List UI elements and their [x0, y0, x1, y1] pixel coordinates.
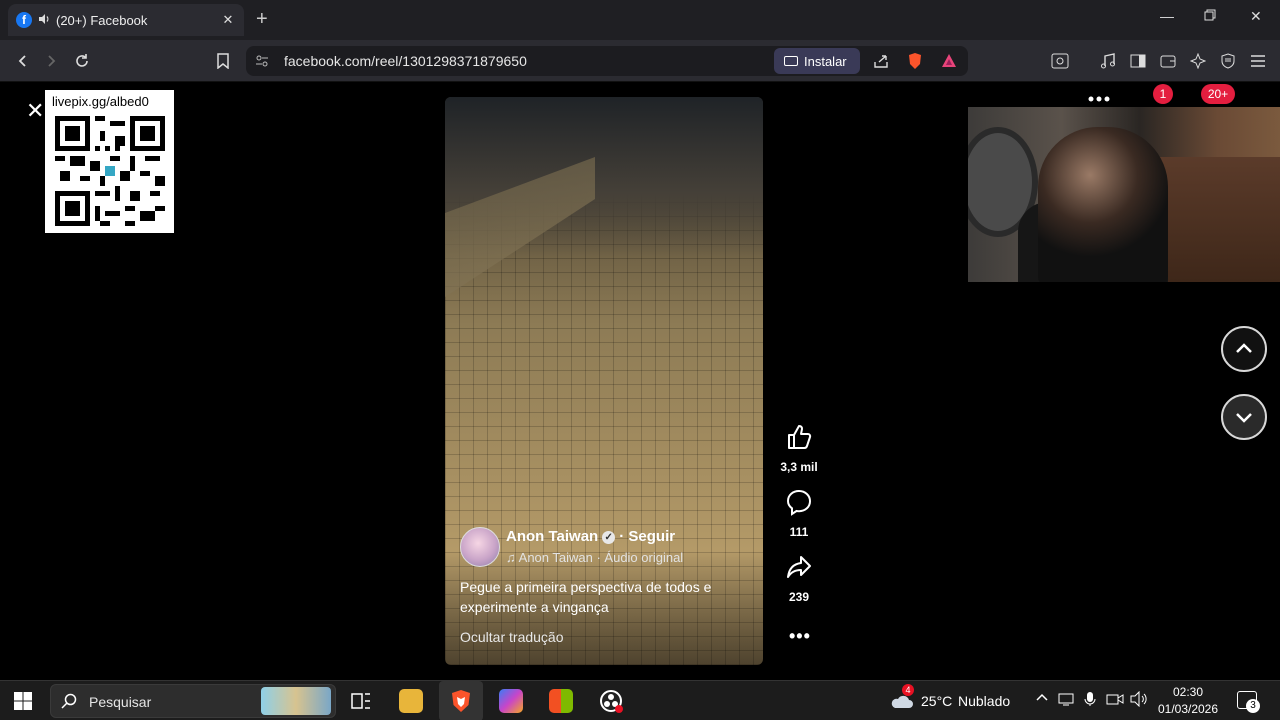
reload-icon[interactable]: [71, 50, 93, 72]
camera-tray-icon[interactable]: [1106, 692, 1124, 709]
system-clock[interactable]: 02:30 01/03/2026: [1150, 684, 1226, 718]
like-count: 3,3 mil: [780, 460, 818, 474]
music-note-icon: ♫: [506, 550, 516, 565]
audio-line[interactable]: ♫ Anon Taiwan · Áudio original: [506, 550, 683, 565]
install-label: Instalar: [804, 53, 847, 69]
weather-text[interactable]: Nublado: [958, 693, 1010, 709]
sidebar-icon[interactable]: [1127, 50, 1149, 72]
address-bar[interactable]: facebook.com/reel/1301298371879650 Insta…: [246, 46, 968, 76]
tab-facebook[interactable]: f (20+) Facebook ✕: [8, 4, 244, 36]
microsoft-store-icon[interactable]: [549, 689, 573, 713]
follow-button[interactable]: Seguir: [628, 528, 675, 545]
messages-badge[interactable]: 1: [1153, 84, 1173, 104]
audio-label: Anon Taiwan · Áudio original: [518, 550, 684, 565]
notifications-badge[interactable]: 20+: [1201, 84, 1235, 104]
like-icon[interactable]: [785, 423, 813, 451]
url-text[interactable]: facebook.com/reel/1301298371879650: [284, 53, 527, 69]
clock-time: 02:30: [1172, 685, 1204, 699]
reel-video[interactable]: Anon Taiwan ✓ · Seguir ♫ Anon Taiwan · Áud…: [445, 97, 763, 665]
minimize-icon[interactable]: —: [1160, 8, 1174, 24]
clock-date: 01/03/2026: [1157, 702, 1219, 716]
comment-icon[interactable]: [785, 488, 813, 516]
weather-badge: 4: [902, 684, 914, 696]
screenshot-search-icon[interactable]: [1049, 50, 1071, 72]
hide-translation-link[interactable]: Ocultar tradução: [460, 629, 564, 645]
chevron-up-icon: [1236, 343, 1252, 353]
author-name[interactable]: Anon Taiwan: [506, 528, 598, 545]
vpn-icon[interactable]: [1217, 50, 1239, 72]
microphone-icon[interactable]: [1084, 691, 1096, 710]
copilot-icon[interactable]: [499, 689, 523, 713]
network-display-icon[interactable]: [1058, 692, 1074, 709]
taskbar-search[interactable]: Pesquisar: [50, 684, 336, 718]
previous-reel-button[interactable]: [1221, 326, 1267, 372]
search-icon: [61, 693, 77, 713]
close-window-icon[interactable]: ✕: [1250, 8, 1262, 25]
tab-close-icon[interactable]: ✕: [220, 12, 236, 28]
browser-tabbar: f (20+) Facebook ✕ + — ✕: [0, 0, 1280, 40]
forward-icon[interactable]: [40, 50, 62, 72]
qr-code: [55, 116, 165, 226]
leo-ai-icon[interactable]: [1187, 50, 1209, 72]
next-reel-button[interactable]: [1221, 394, 1267, 440]
browser-toolbar: facebook.com/reel/1301298371879650 Insta…: [0, 40, 1280, 82]
like-action[interactable]: 3,3 mil: [775, 423, 823, 474]
media-icon[interactable]: [1097, 50, 1119, 72]
obs-icon[interactable]: [599, 689, 623, 713]
comment-action[interactable]: 111: [775, 488, 823, 539]
cam-person: [1038, 127, 1168, 282]
task-view-icon[interactable]: [349, 689, 373, 713]
search-highlight-image: [261, 687, 331, 715]
file-explorer-icon[interactable]: [399, 689, 423, 713]
share-icon[interactable]: [870, 50, 892, 72]
wallet-icon[interactable]: [1157, 50, 1179, 72]
notification-count: 3: [1246, 699, 1260, 713]
tab-title: (20+) Facebook: [56, 12, 148, 28]
monitor-icon: [784, 56, 798, 66]
more-options-icon[interactable]: •••: [789, 626, 811, 647]
reel-page: ✕ livepix.gg/albed0 Anon Taiwan ✓ · Segu…: [0, 82, 1280, 680]
share-arrow-icon[interactable]: [785, 553, 813, 581]
volume-icon[interactable]: [1130, 690, 1148, 710]
facebook-favicon: f: [16, 12, 32, 28]
menu-icon[interactable]: [1247, 50, 1269, 72]
windows-taskbar: Pesquisar 4 25°C Nublado 02:30 01/03/202…: [0, 680, 1280, 720]
chevron-down-icon: [1236, 413, 1252, 423]
back-icon[interactable]: [12, 50, 34, 72]
screen: f (20+) Facebook ✕ + — ✕ facebook.com/re…: [0, 0, 1280, 720]
brave-rewards-icon[interactable]: [938, 50, 960, 72]
search-placeholder: Pesquisar: [89, 694, 152, 710]
qr-label: livepix.gg/albed0: [52, 94, 149, 109]
share-count: 239: [788, 590, 810, 604]
restore-icon[interactable]: [1204, 8, 1216, 24]
webcam-overlay: [968, 107, 1280, 282]
comment-count: 111: [789, 525, 809, 539]
verified-icon: ✓: [602, 531, 616, 544]
site-settings-icon[interactable]: [254, 53, 270, 69]
reel-caption: Pegue a primeira perspectiva de todos e …: [460, 579, 712, 615]
tray-overflow-icon[interactable]: [1035, 691, 1049, 708]
speaker-icon[interactable]: [38, 13, 50, 28]
close-reel-icon[interactable]: ✕: [26, 98, 44, 124]
install-button[interactable]: Instalar: [774, 48, 860, 74]
brave-shield-icon[interactable]: [904, 50, 926, 72]
brave-browser-icon[interactable]: [449, 689, 473, 713]
donation-qr-overlay: livepix.gg/albed0: [45, 90, 174, 233]
new-tab-icon[interactable]: +: [256, 8, 268, 31]
bookmark-icon[interactable]: [212, 50, 234, 72]
author-avatar[interactable]: [460, 527, 500, 567]
weather-temp[interactable]: 25°C: [921, 693, 952, 709]
author-line: Anon Taiwan ✓ · Seguir: [506, 528, 676, 545]
windows-start-icon[interactable]: [14, 692, 32, 710]
share-action[interactable]: 239: [775, 553, 823, 604]
